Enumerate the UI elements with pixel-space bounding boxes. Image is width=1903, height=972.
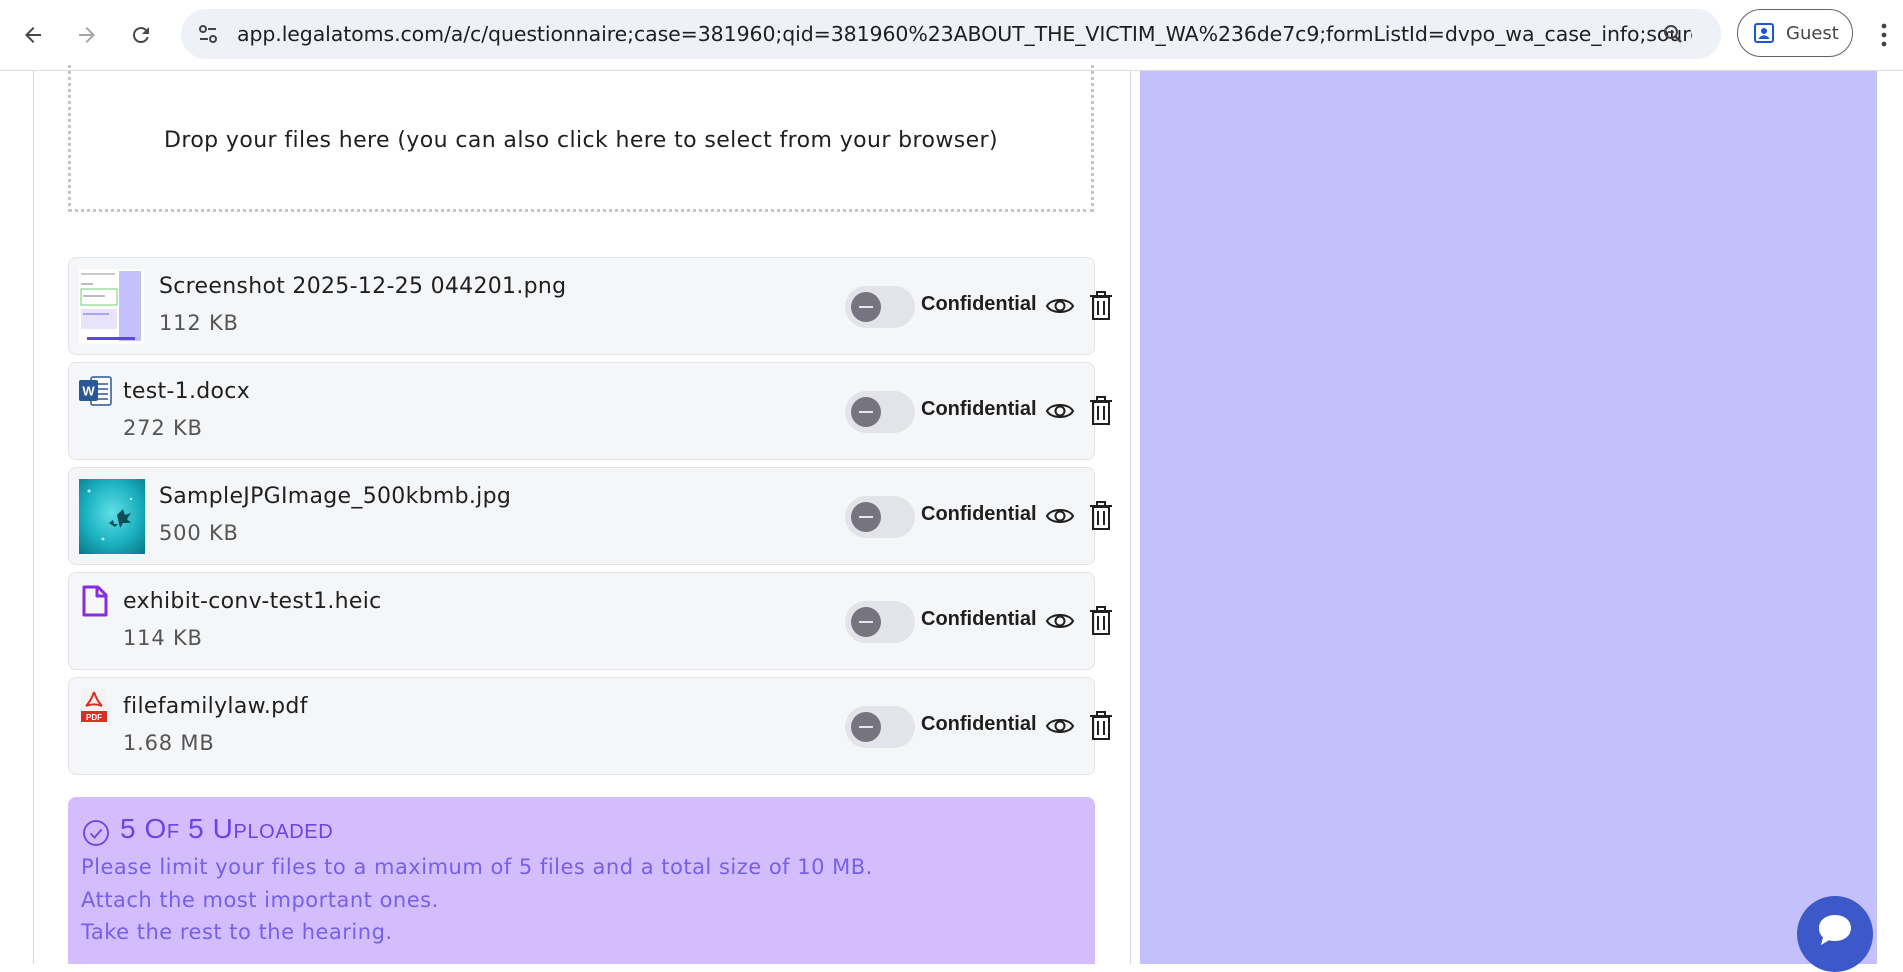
confidential-toggle[interactable] (845, 391, 915, 433)
delete-trash-icon[interactable] (1088, 396, 1114, 426)
file-size: 1.68 MB (123, 731, 215, 755)
view-eye-icon[interactable] (1045, 608, 1075, 634)
address-bar[interactable]: app.legalatoms.com/a/c/questionnaire;cas… (181, 9, 1721, 59)
confidential-label: Confidential (921, 293, 1037, 315)
confidential-toggle[interactable] (845, 496, 915, 538)
file-size: 500 KB (159, 521, 239, 545)
upload-summary-title: 5 Of 5 Uploaded (120, 813, 334, 844)
arrow-right-icon (79, 27, 95, 43)
reload-button[interactable] (120, 14, 162, 56)
file-name: exhibit-conv-test1.heic (123, 589, 382, 614)
file-row: Screenshot 2025-12-25 044201.png 112 KB … (68, 257, 1112, 355)
file-row: exhibit-conv-test1.heic 114 KB Confident… (68, 572, 1112, 670)
profile-icon (1754, 23, 1774, 43)
side-panel (1140, 71, 1877, 964)
chat-button[interactable] (1797, 896, 1873, 972)
upload-limit-text: Please limit your files to a maximum of … (81, 855, 873, 879)
file-name: Screenshot 2025-12-25 044201.png (159, 274, 567, 299)
view-eye-icon[interactable] (1045, 713, 1075, 739)
chat-icon (1819, 915, 1851, 945)
back-button[interactable] (12, 14, 54, 56)
file-size: 112 KB (159, 311, 239, 335)
url-text[interactable]: app.legalatoms.com/a/c/questionnaire;cas… (237, 22, 1692, 46)
file-icon (82, 585, 108, 617)
confidential-toggle[interactable] (845, 601, 915, 643)
confidential-toggle[interactable] (845, 706, 915, 748)
word-document-icon: W (79, 376, 112, 406)
screenshot-thumbnail (79, 269, 144, 344)
check-circle-icon (83, 820, 109, 846)
confidential-label: Confidential (921, 608, 1037, 630)
confidential-label: Confidential (921, 503, 1037, 525)
file-row: SampleJPGImage_500kbmb.jpg 500 KB Confid… (68, 467, 1112, 565)
zoom-icon[interactable] (1661, 22, 1685, 46)
toggle-knob-icon (851, 502, 881, 532)
toggle-knob-icon (851, 292, 881, 322)
questionnaire-column: Drop your files here (you can also click… (33, 65, 1131, 964)
delete-trash-icon[interactable] (1088, 291, 1114, 321)
pdf-icon: PDF (81, 688, 107, 722)
delete-trash-icon[interactable] (1088, 501, 1114, 531)
svg-text:W: W (82, 384, 95, 399)
image-thumbnail (79, 479, 145, 554)
file-name: test-1.docx (123, 379, 251, 404)
reload-icon (132, 27, 149, 44)
svg-text:PDF: PDF (86, 713, 102, 722)
profile-button[interactable]: Guest (1737, 9, 1853, 57)
confidential-label: Confidential (921, 713, 1037, 735)
file-row: PDF filefamilylaw.pdf 1.68 MB Confidenti… (68, 677, 1112, 775)
browser-menu-icon[interactable] (1872, 21, 1896, 49)
view-eye-icon[interactable] (1045, 293, 1075, 319)
confidential-label: Confidential (921, 398, 1037, 420)
confidential-toggle[interactable] (845, 286, 915, 328)
file-size: 114 KB (123, 626, 203, 650)
upload-hearing-text: Take the rest to the hearing. (81, 920, 393, 944)
forward-button[interactable] (66, 14, 108, 56)
site-settings-icon[interactable] (197, 23, 219, 45)
upload-summary: 5 Of 5 Uploaded Please limit your files … (68, 797, 1095, 964)
delete-trash-icon[interactable] (1088, 606, 1114, 636)
file-name: SampleJPGImage_500kbmb.jpg (159, 484, 512, 509)
view-eye-icon[interactable] (1045, 398, 1075, 424)
file-row: W test-1.docx 272 KB Confidential (68, 362, 1112, 460)
toggle-knob-icon (851, 607, 881, 637)
file-dropzone[interactable]: Drop your files here (you can also click… (68, 65, 1094, 212)
toggle-knob-icon (851, 712, 881, 742)
file-name: filefamilylaw.pdf (123, 694, 308, 719)
toggle-knob-icon (851, 397, 881, 427)
delete-trash-icon[interactable] (1088, 711, 1114, 741)
browser-toolbar: app.legalatoms.com/a/c/questionnaire;cas… (0, 0, 1903, 71)
page-content: Drop your files here (you can also click… (0, 65, 1903, 964)
view-eye-icon[interactable] (1045, 503, 1075, 529)
arrow-left-icon (25, 27, 41, 43)
profile-label: Guest (1786, 22, 1839, 44)
dropzone-text: Drop your files here (you can also click… (164, 127, 998, 153)
file-size: 272 KB (123, 416, 203, 440)
upload-advice-text: Attach the most important ones. (81, 888, 439, 912)
